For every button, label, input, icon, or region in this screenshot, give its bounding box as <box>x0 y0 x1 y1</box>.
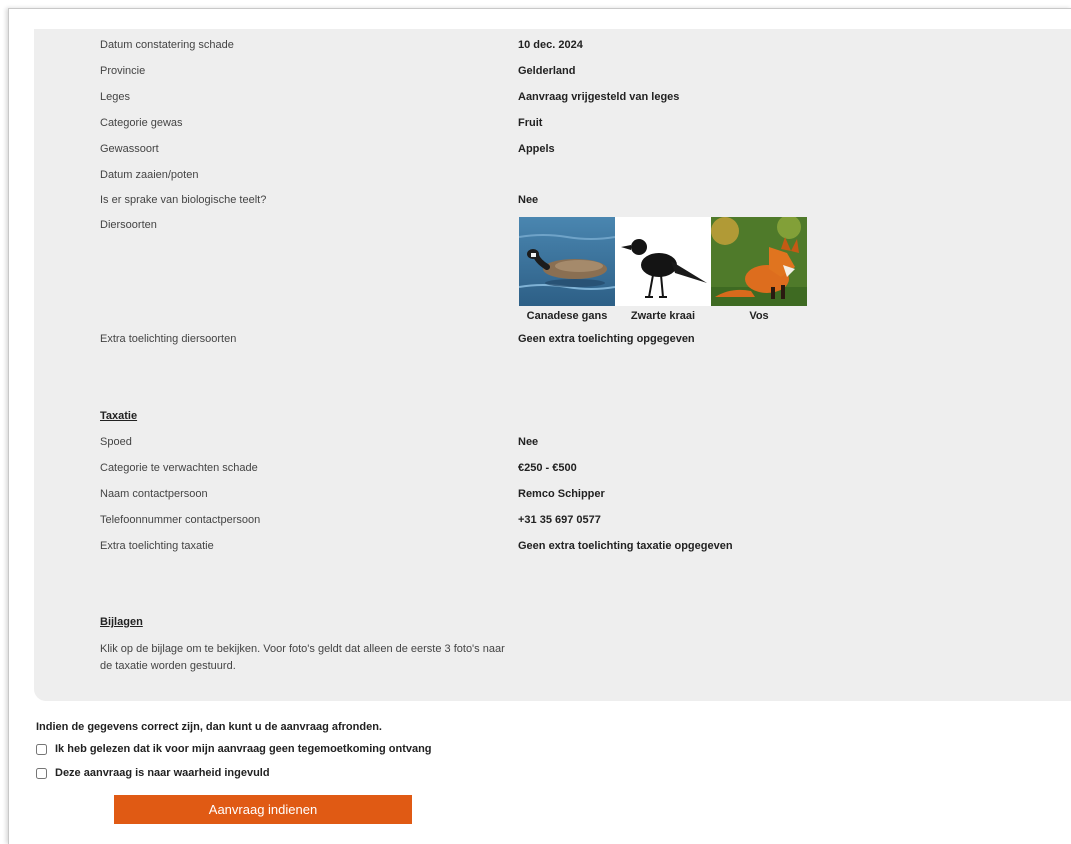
canada-goose-photo <box>519 217 615 306</box>
submit-button[interactable]: Aanvraag indienen <box>114 795 412 824</box>
label-categorie-gewas: Categorie gewas <box>100 117 183 129</box>
animal-card-vos: Vos <box>711 217 807 322</box>
label-biologische-teelt: Is er sprake van biologische teelt? <box>100 194 267 206</box>
bijlagen-description: Klik op de bijlage om te bekijken. Voor … <box>100 643 505 672</box>
value-biologische-teelt: Nee <box>518 194 539 206</box>
label-extra-taxatie: Extra toelichting taxatie <box>100 540 214 552</box>
animal-card-canadese-gans: Canadese gans <box>519 217 615 322</box>
label-spoed: Spoed <box>100 436 132 448</box>
value-datum-constatering: 10 dec. 2024 <box>518 39 583 51</box>
value-categorie-gewas: Fruit <box>518 117 543 129</box>
section-heading-bijlagen: Bijlagen <box>100 616 143 628</box>
value-extra-diersoorten: Geen extra toelichting opgegeven <box>518 333 695 345</box>
value-naam-contactpersoon: Remco Schipper <box>518 488 605 500</box>
animal-name: Zwarte kraai <box>630 310 696 322</box>
section-heading-taxatie: Taxatie <box>100 410 138 422</box>
value-leges: Aanvraag vrijgesteld van leges <box>518 91 680 103</box>
checkbox-label: Ik heb gelezen dat ik voor mijn aanvraag… <box>55 743 432 755</box>
confirm-intro: Indien de gegevens correct zijn, dan kun… <box>36 721 382 733</box>
label-naam-contactpersoon: Naam contactpersoon <box>100 488 208 500</box>
checkbox-row-geen-tegemoetkoming[interactable]: Ik heb gelezen dat ik voor mijn aanvraag… <box>36 743 432 755</box>
value-spoed: Nee <box>518 436 539 448</box>
value-gewassoort: Appels <box>518 143 555 155</box>
value-provincie: Gelderland <box>518 65 576 77</box>
animal-name: Canadese gans <box>526 310 608 322</box>
label-extra-diersoorten: Extra toelichting diersoorten <box>100 333 237 345</box>
animal-card-zwarte-kraai: Zwarte kraai <box>615 217 711 322</box>
checkbox-label: Deze aanvraag is naar waarheid ingevuld <box>55 767 270 779</box>
label-datum-zaaien: Datum zaaien/poten <box>100 169 199 181</box>
checkbox-geen-tegemoetkoming[interactable] <box>36 743 47 755</box>
carrion-crow-photo <box>615 217 711 306</box>
fox-photo <box>711 217 807 306</box>
label-datum-constatering: Datum constatering schade <box>100 39 234 51</box>
value-extra-taxatie: Geen extra toelichting taxatie opgegeven <box>518 540 733 552</box>
value-categorie-schade: €250 - €500 <box>518 462 577 474</box>
label-gewassoort: Gewassoort <box>100 143 159 155</box>
label-diersoorten: Diersoorten <box>100 219 157 231</box>
checkbox-row-naar-waarheid[interactable]: Deze aanvraag is naar waarheid ingevuld <box>36 767 270 779</box>
label-telefoonnummer: Telefoonnummer contactpersoon <box>100 514 261 526</box>
label-categorie-schade: Categorie te verwachten schade <box>100 462 258 474</box>
animal-name: Vos <box>749 310 769 322</box>
label-provincie: Provincie <box>100 65 146 77</box>
checkbox-naar-waarheid[interactable] <box>36 767 47 779</box>
value-telefoonnummer: +31 35 697 0577 <box>518 514 601 526</box>
summary-panel <box>34 29 1071 701</box>
label-leges: Leges <box>100 91 130 103</box>
